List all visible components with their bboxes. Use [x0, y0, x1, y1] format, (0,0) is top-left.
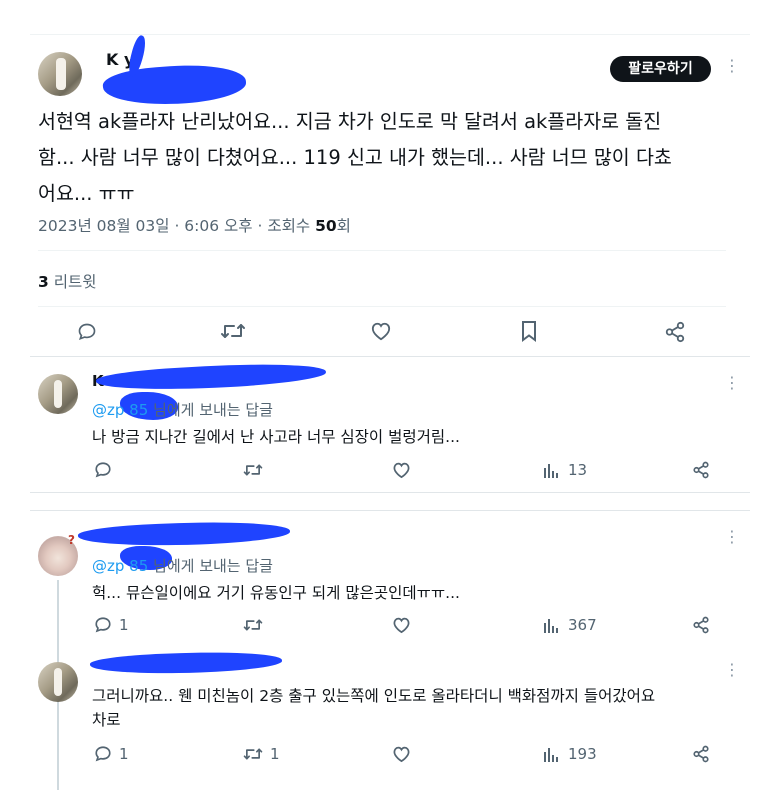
heart-icon[interactable]: [392, 616, 411, 634]
more-dots-icon[interactable]: ⋮: [724, 662, 740, 678]
question-mark-icon: ?: [68, 533, 75, 547]
reply-to-line: @zp 85 님에게 보내는 답글: [92, 399, 273, 420]
share-icon[interactable]: [664, 321, 686, 343]
view-count: 367: [568, 616, 597, 634]
reply-text: 헉... 뮤슨일이에요 거기 유동인구 되게 많은곳인데ㅠㅠ...: [92, 584, 460, 602]
divider: [30, 492, 750, 493]
retweet-icon[interactable]: [243, 461, 263, 479]
more-dots-icon[interactable]: ⋮: [724, 375, 740, 391]
tweet-text-line-2: 함... 사람 너무 많이 다쳤어요... 119 신고 내가 했는데... 사…: [38, 146, 672, 169]
speech-bubble-icon[interactable]: [77, 322, 97, 342]
bar-chart-icon[interactable]: [543, 617, 559, 633]
view-count-suffix: 회: [336, 217, 351, 235]
retweet-icon[interactable]: [243, 616, 263, 634]
redaction-mark: [77, 519, 291, 549]
divider: [38, 306, 726, 307]
heart-icon[interactable]: [392, 461, 411, 479]
reply-to-handle[interactable]: @zp 85: [92, 557, 148, 575]
retweet-count: 3: [38, 273, 49, 291]
speech-bubble-icon[interactable]: [94, 616, 112, 634]
bar-chart-icon[interactable]: [543, 462, 559, 478]
redaction-mark: [89, 649, 283, 677]
reply-to-line: @zp 85 님에게 보내는 답글: [92, 555, 273, 576]
retweet-count: 1: [270, 745, 280, 763]
divider: [30, 356, 750, 357]
reply-count: 1: [119, 745, 129, 763]
retweet-stats[interactable]: 3 리트윗: [38, 270, 97, 292]
divider: [38, 250, 726, 251]
tweet-metadata: 2023년 08월 03일 · 6:06 오후 · 조회수 50회: [38, 214, 351, 236]
retweet-icon[interactable]: [220, 320, 246, 342]
bookmark-icon[interactable]: [520, 320, 538, 342]
reply-text-line-2: 차로: [92, 711, 121, 729]
share-icon[interactable]: [692, 461, 710, 479]
redaction-mark: [95, 359, 327, 395]
reply-count: 1: [119, 616, 129, 634]
view-count: 193: [568, 745, 597, 763]
share-icon[interactable]: [692, 745, 710, 763]
tweet-text-line-1: 서현역 ak플라자 난리났어요... 지금 차가 인도로 막 달려서 ak플라자…: [38, 110, 662, 133]
share-icon[interactable]: [692, 616, 710, 634]
reply-avatar[interactable]: [38, 374, 78, 414]
heart-icon[interactable]: [392, 745, 411, 763]
heart-icon[interactable]: [370, 321, 392, 341]
more-dots-icon[interactable]: ⋮: [724, 58, 740, 74]
reply-to-handle[interactable]: @zp 85: [92, 401, 148, 419]
speech-bubble-icon[interactable]: [94, 461, 112, 479]
retweet-label: 리트윗: [53, 273, 97, 291]
reply-to-suffix: 님에게 보내는 답글: [153, 401, 273, 419]
reply-text-line-1: 그러니까요.. 웬 미친놈이 2층 출구 있는쪽에 인도로 올라타더니 백화점까…: [92, 687, 656, 705]
tweet-text-line-3: 어요... ㅠㅠ: [38, 182, 135, 205]
timestamp[interactable]: 2023년 08월 03일 · 6:06 오후 · 조회수: [38, 217, 310, 235]
author-avatar[interactable]: [38, 52, 82, 96]
reply-avatar[interactable]: [38, 662, 78, 702]
view-count: 50: [315, 217, 337, 235]
speech-bubble-icon[interactable]: [94, 745, 112, 763]
retweet-icon[interactable]: [243, 745, 263, 763]
more-dots-icon[interactable]: ⋮: [724, 529, 740, 545]
divider: [30, 510, 750, 511]
reply-to-suffix: 님에게 보내는 답글: [153, 557, 273, 575]
follow-button[interactable]: 팔로우하기: [610, 56, 711, 82]
bar-chart-icon[interactable]: [543, 746, 559, 762]
view-count: 13: [568, 461, 588, 479]
top-divider: [30, 34, 750, 35]
reply-text: 나 방금 지나간 길에서 난 사고라 너무 심장이 벌렁거림...: [92, 428, 460, 446]
